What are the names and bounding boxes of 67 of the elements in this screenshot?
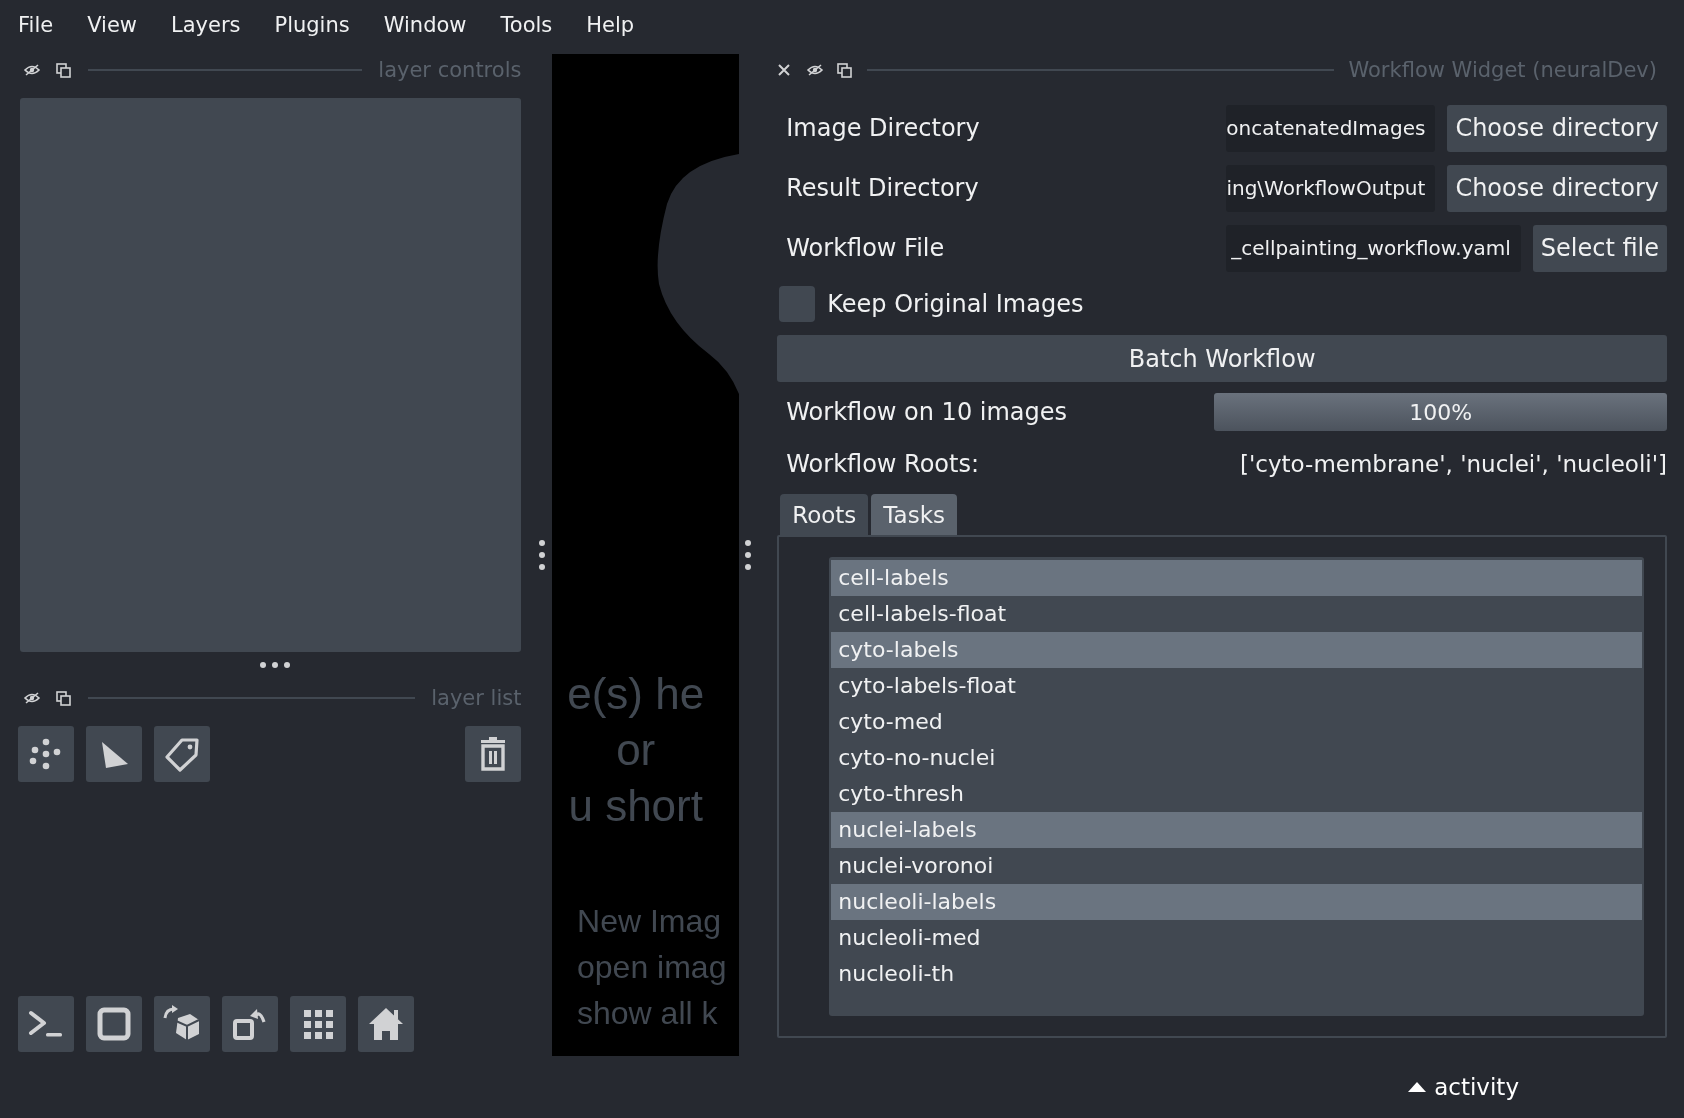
menu-item[interactable]: Plugins: [272, 9, 367, 41]
list-item[interactable]: nuclei-labels: [831, 812, 1642, 848]
home-button[interactable]: [358, 996, 414, 1052]
rotate-square-button[interactable]: [222, 996, 278, 1052]
float-icon[interactable]: [56, 690, 72, 706]
list-item[interactable]: cyto-labels-float: [831, 668, 1642, 704]
menu-item[interactable]: Help: [584, 9, 652, 41]
menu-item[interactable]: View: [85, 9, 154, 41]
labels-button[interactable]: [154, 726, 210, 782]
menu-item[interactable]: Layers: [169, 9, 258, 41]
panel-title: layer list: [431, 686, 523, 710]
welcome-text: open imag: [576, 948, 727, 987]
list-item[interactable]: cell-labels: [831, 560, 1642, 596]
welcome-text: or: [616, 724, 656, 776]
field-label: Result Directory: [785, 174, 980, 202]
list-item[interactable]: nucleoli-labels: [831, 884, 1642, 920]
grid-button[interactable]: [290, 996, 346, 1052]
path-field[interactable]: oncatenatedImages: [1226, 104, 1436, 152]
float-icon[interactable]: [56, 62, 72, 78]
welcome-text: e(s) he: [567, 668, 705, 720]
batch-workflow-button[interactable]: Batch Workflow: [777, 335, 1667, 382]
list-item[interactable]: cyto-thresh: [831, 776, 1642, 812]
activity-button[interactable]: activity: [1408, 1074, 1519, 1100]
list-item[interactable]: nucleoli-th: [831, 956, 1642, 992]
square-button[interactable]: [86, 996, 142, 1052]
menu-item[interactable]: Window: [381, 9, 484, 41]
rotate-cube-button[interactable]: [154, 996, 210, 1052]
resize-handle[interactable]: [743, 539, 752, 571]
list-item[interactable]: cyto-med: [831, 704, 1642, 740]
resize-handle[interactable]: [258, 661, 291, 669]
shapes-button[interactable]: [86, 726, 142, 782]
panel-title: layer controls: [378, 58, 523, 82]
welcome-text: New Imag: [576, 902, 722, 941]
float-icon[interactable]: [837, 62, 854, 78]
roots-label: Workflow Roots:: [785, 450, 981, 478]
path-field[interactable]: ing\WorkflowOutput: [1226, 164, 1436, 212]
roots-value: ['cyto-membrane', 'nuclei', 'nucleoli']: [1239, 451, 1667, 477]
progress-label: Workflow on 10 images: [785, 398, 1069, 426]
list-item[interactable]: nucleoli-med: [831, 920, 1642, 956]
console-button[interactable]: [18, 996, 74, 1052]
visibility-icon[interactable]: [807, 62, 824, 78]
field-label: Workflow File: [785, 234, 946, 262]
list-item[interactable]: cyto-labels: [831, 632, 1642, 668]
tab[interactable]: Tasks: [871, 494, 957, 535]
choose-button[interactable]: Choose directory: [1447, 104, 1667, 152]
delete-button[interactable]: [465, 726, 522, 782]
menu-item[interactable]: File: [16, 9, 71, 41]
caret-up-icon: [1408, 1082, 1427, 1092]
field-label: Image Directory: [785, 114, 981, 142]
choose-button[interactable]: Choose directory: [1447, 164, 1667, 212]
progress-text: 100%: [1409, 399, 1473, 425]
menu-item[interactable]: Tools: [498, 9, 570, 41]
path-field[interactable]: _cellpainting_workflow.yaml: [1226, 224, 1521, 272]
resize-handle[interactable]: [537, 539, 546, 571]
choose-button[interactable]: Select file: [1532, 224, 1667, 272]
list-item[interactable]: cyto-no-nuclei: [831, 740, 1642, 776]
list-item[interactable]: nuclei-voronoi: [831, 848, 1642, 884]
points-button[interactable]: [18, 726, 74, 782]
visibility-icon[interactable]: [24, 690, 40, 706]
tab[interactable]: Roots: [780, 494, 869, 535]
panel-title: Workflow Widget (neuralDev): [1348, 58, 1658, 82]
welcome-text: u short: [568, 780, 703, 832]
visibility-icon[interactable]: [24, 62, 40, 78]
checkbox-label: Keep Original Images: [827, 290, 1084, 318]
welcome-text: show all k: [576, 994, 718, 1033]
list-item[interactable]: cell-labels-float: [831, 596, 1642, 632]
checkbox[interactable]: [779, 286, 816, 322]
